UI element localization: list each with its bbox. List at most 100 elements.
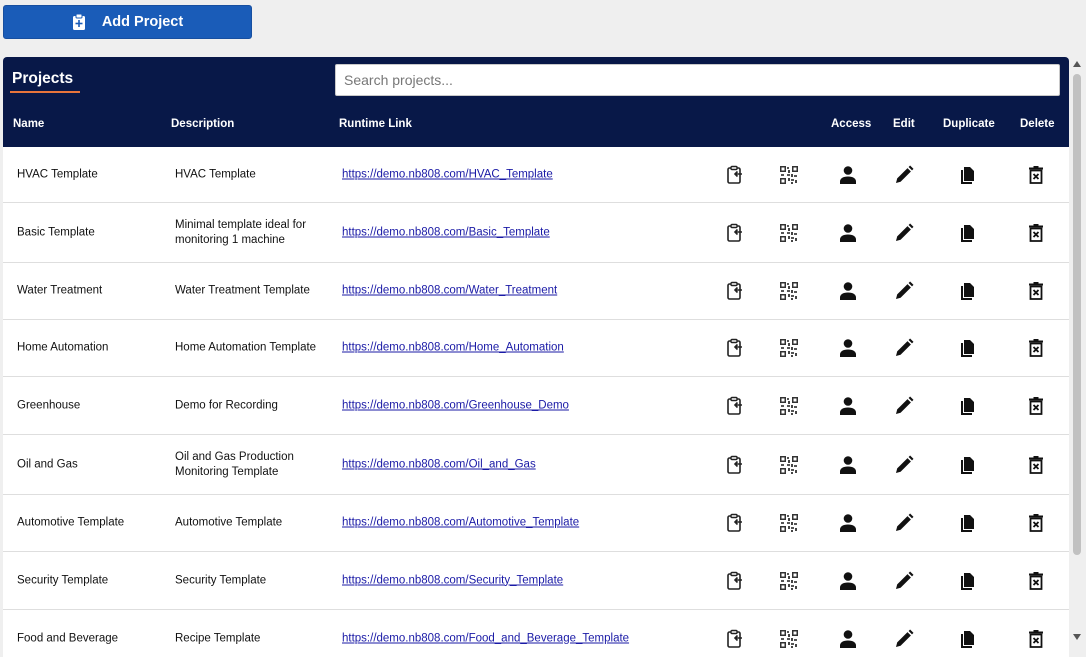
- qr-code-icon[interactable]: [778, 512, 800, 534]
- access-person-icon[interactable]: [837, 628, 859, 650]
- table-row: Food and Beverage Recipe Template https://…: [3, 610, 1069, 657]
- qr-code-icon[interactable]: [778, 337, 800, 359]
- runtime-link[interactable]: https://demo.nb808.com/Water_Treatment: [342, 284, 557, 299]
- access-person-icon[interactable]: [837, 222, 859, 244]
- column-header-description[interactable]: Description: [171, 118, 234, 130]
- runtime-link[interactable]: https://demo.nb808.com/Home_Automation: [342, 341, 564, 356]
- delete-trash-icon[interactable]: [1025, 164, 1047, 186]
- table-row: Automotive Template Automotive Template ht…: [3, 495, 1069, 552]
- column-header-duplicate: Duplicate: [943, 118, 995, 130]
- access-person-icon[interactable]: [837, 570, 859, 592]
- search-input[interactable]: [335, 64, 1060, 96]
- duplicate-icon[interactable]: [956, 337, 978, 359]
- edit-pencil-icon[interactable]: [893, 628, 915, 650]
- copy-link-icon[interactable]: [724, 395, 746, 417]
- delete-trash-icon[interactable]: [1025, 512, 1047, 534]
- column-header-runtime-link[interactable]: Runtime Link: [339, 118, 412, 130]
- vertical-scrollbar[interactable]: [1070, 57, 1084, 644]
- qr-code-icon[interactable]: [778, 222, 800, 244]
- table-row: Security Template Security Template https:…: [3, 552, 1069, 610]
- delete-trash-icon[interactable]: [1025, 395, 1047, 417]
- project-description: Water Treatment Template: [175, 284, 310, 297]
- title-underline: [10, 91, 80, 93]
- access-person-icon[interactable]: [837, 280, 859, 302]
- duplicate-icon[interactable]: [956, 570, 978, 592]
- table-row: Water Treatment Water Treatment Template h…: [3, 263, 1069, 320]
- qr-code-icon[interactable]: [778, 454, 800, 476]
- copy-link-icon[interactable]: [724, 280, 746, 302]
- delete-trash-icon[interactable]: [1025, 628, 1047, 650]
- delete-trash-icon[interactable]: [1025, 280, 1047, 302]
- edit-pencil-icon[interactable]: [893, 570, 915, 592]
- qr-code-icon[interactable]: [778, 570, 800, 592]
- table-row: Home Automation Home Automation Template h…: [3, 320, 1069, 377]
- duplicate-icon[interactable]: [956, 395, 978, 417]
- edit-pencil-icon[interactable]: [893, 454, 915, 476]
- duplicate-icon[interactable]: [956, 164, 978, 186]
- projects-table-body: HVAC Template HVAC Template https://demo.n…: [3, 147, 1069, 657]
- duplicate-icon[interactable]: [956, 454, 978, 476]
- access-person-icon[interactable]: [837, 164, 859, 186]
- runtime-link[interactable]: https://demo.nb808.com/Greenhouse_Demo: [342, 398, 569, 413]
- edit-pencil-icon[interactable]: [893, 280, 915, 302]
- access-person-icon[interactable]: [837, 337, 859, 359]
- project-name: Automotive Template: [17, 516, 125, 529]
- duplicate-icon[interactable]: [956, 280, 978, 302]
- copy-link-icon[interactable]: [724, 628, 746, 650]
- copy-link-icon[interactable]: [724, 454, 746, 476]
- edit-pencil-icon[interactable]: [893, 395, 915, 417]
- runtime-link[interactable]: https://demo.nb808.com/Security_Template: [342, 573, 563, 588]
- duplicate-icon[interactable]: [956, 628, 978, 650]
- table-row: HVAC Template HVAC Template https://demo.n…: [3, 147, 1069, 203]
- copy-link-icon[interactable]: [724, 164, 746, 186]
- scroll-down-icon[interactable]: [1073, 634, 1081, 640]
- panel-title: Projects: [12, 70, 74, 87]
- project-name: Security Template: [17, 574, 109, 586]
- duplicate-icon[interactable]: [956, 512, 978, 534]
- delete-trash-icon[interactable]: [1025, 222, 1047, 244]
- edit-pencil-icon[interactable]: [893, 337, 915, 359]
- qr-code-icon[interactable]: [778, 164, 800, 186]
- project-description: Security Template: [175, 574, 267, 586]
- project-name: Home Automation: [17, 341, 109, 354]
- add-project-button[interactable]: Add Project: [3, 5, 252, 39]
- scroll-thumb[interactable]: [1073, 74, 1081, 555]
- qr-code-icon[interactable]: [778, 395, 800, 417]
- runtime-link[interactable]: https://demo.nb808.com/HVAC_Template: [342, 167, 553, 182]
- panel-header: Projects Name Description Runtime Link A…: [3, 57, 1069, 147]
- project-description: Oil and Gas Production Monitoring Templa…: [175, 450, 294, 478]
- edit-pencil-icon[interactable]: [893, 222, 915, 244]
- project-name: HVAC Template: [17, 168, 98, 180]
- copy-link-icon[interactable]: [724, 570, 746, 592]
- project-name: Greenhouse: [17, 399, 81, 411]
- project-description: Minimal template ideal for monitoring 1 …: [175, 218, 307, 246]
- project-name: Water Treatment: [17, 284, 103, 297]
- runtime-link[interactable]: https://demo.nb808.com/Automotive_Templa…: [342, 516, 579, 531]
- table-row: Basic Template Minimal template ideal for…: [3, 203, 1069, 263]
- column-header-name[interactable]: Name: [13, 118, 44, 130]
- copy-link-icon[interactable]: [724, 512, 746, 534]
- column-header-access: Access: [831, 118, 872, 130]
- runtime-link[interactable]: https://demo.nb808.com/Oil_and_Gas: [342, 457, 536, 472]
- access-person-icon[interactable]: [837, 512, 859, 534]
- project-name: Oil and Gas: [17, 458, 78, 470]
- qr-code-icon[interactable]: [778, 628, 800, 650]
- access-person-icon[interactable]: [837, 454, 859, 476]
- copy-link-icon[interactable]: [724, 222, 746, 244]
- edit-pencil-icon[interactable]: [893, 512, 915, 534]
- project-description: Demo for Recording: [175, 399, 278, 411]
- edit-pencil-icon[interactable]: [893, 164, 915, 186]
- duplicate-icon[interactable]: [956, 222, 978, 244]
- project-name: Basic Template: [17, 226, 95, 238]
- delete-trash-icon[interactable]: [1025, 337, 1047, 359]
- copy-link-icon[interactable]: [724, 337, 746, 359]
- project-description: Home Automation Template: [175, 341, 317, 354]
- qr-code-icon[interactable]: [778, 280, 800, 302]
- project-description: HVAC Template: [175, 168, 256, 180]
- runtime-link[interactable]: https://demo.nb808.com/Basic_Template: [342, 225, 550, 240]
- delete-trash-icon[interactable]: [1025, 454, 1047, 476]
- access-person-icon[interactable]: [837, 395, 859, 417]
- projects-panel: Projects Name Description Runtime Link A…: [3, 57, 1069, 657]
- scroll-up-icon[interactable]: [1073, 61, 1081, 67]
- delete-trash-icon[interactable]: [1025, 570, 1047, 592]
